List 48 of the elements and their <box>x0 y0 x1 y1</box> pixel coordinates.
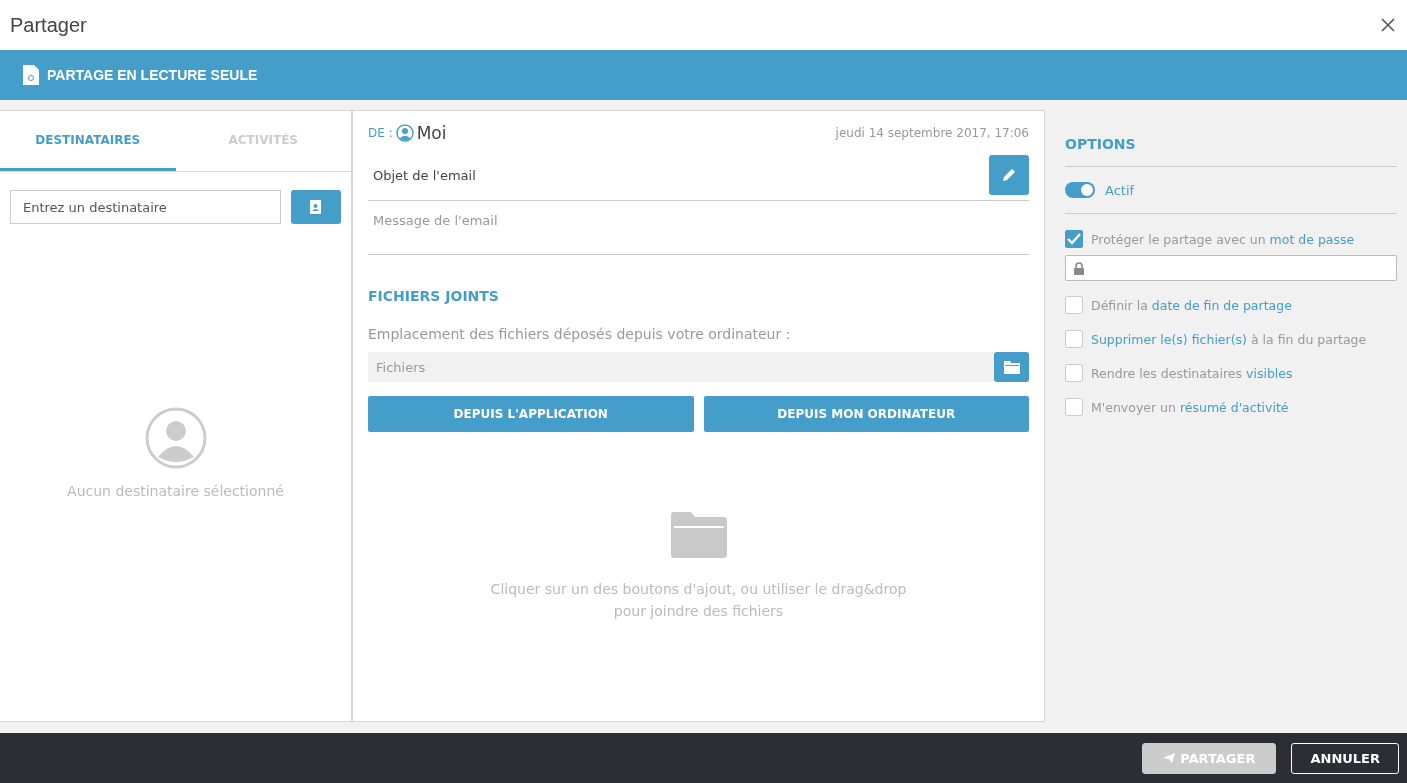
location-label: Emplacement des fichiers déposés depuis votre ordinateur : <box>368 326 792 342</box>
checkbox[interactable] <box>1065 330 1083 348</box>
checkbox[interactable] <box>1065 398 1083 416</box>
user-avatar-icon <box>144 406 207 469</box>
option-label: Définir la date de fin de partage <box>1091 297 1292 313</box>
drop-hint-text: pour joindre des fichiers <box>613 601 784 621</box>
checkbox[interactable] <box>1065 230 1083 248</box>
message-date: jeudi 14 septembre 2017, 17:06 <box>835 126 1029 140</box>
active-toggle[interactable] <box>1065 182 1095 198</box>
window-title: Partager <box>10 13 87 37</box>
address-book-button[interactable] <box>291 190 341 224</box>
lock-icon <box>1074 261 1084 275</box>
options-title: OPTIONS <box>1065 110 1397 167</box>
checkbox[interactable] <box>1065 364 1083 382</box>
add-files-button[interactable]: DEPUIS L'APPLICATION <box>368 396 694 432</box>
empty-recipients-text: Aucun destinataire sélectionné <box>67 482 284 499</box>
drop-hint-text: Cliquer sur un des boutons d'ajout, ou utiliser le drag&drop <box>490 579 907 599</box>
document-icon <box>23 65 39 85</box>
attachments-title: FICHIERS JOINTS <box>368 288 500 304</box>
toggle-label: Actif <box>1105 182 1135 198</box>
folder-icon <box>1003 360 1020 374</box>
option-label: M'envoyer un résumé d'activité <box>1091 399 1289 415</box>
sender-name: Moi <box>416 123 447 143</box>
browse-folder-button[interactable] <box>994 352 1029 382</box>
tab[interactable]: DESTINATAIRES <box>0 111 176 171</box>
option-link[interactable]: visibles <box>1246 365 1293 381</box>
option-link[interactable]: date de fin de partage <box>1151 297 1292 313</box>
pencil-icon <box>1001 167 1017 183</box>
add-files-button[interactable]: DEPUIS MON ORDINATEUR <box>703 396 1029 432</box>
option-link[interactable]: Supprimer le(s) fichier(s) <box>1091 331 1247 347</box>
option-link[interactable]: mot de passe <box>1269 231 1355 247</box>
close-icon[interactable] <box>1381 18 1395 32</box>
edit-button[interactable] <box>989 155 1029 195</box>
address-book-icon <box>310 200 322 214</box>
from-label: DE : <box>368 126 393 140</box>
folder-icon <box>670 511 727 558</box>
user-icon <box>395 124 414 142</box>
send-icon <box>1163 753 1176 763</box>
password-input[interactable] <box>1065 255 1397 281</box>
option-label: Rendre les destinataires visibles <box>1091 365 1293 381</box>
banner-title: PARTAGE EN LECTURE SEULE <box>47 67 258 83</box>
checkbox[interactable] <box>1065 296 1083 314</box>
recipient-input[interactable]: Entrez un destinataire <box>10 190 281 224</box>
folder-input[interactable]: Fichiers <box>368 352 994 382</box>
option-label: Protéger le partage avec un mot de passe <box>1091 231 1355 247</box>
option-link[interactable]: résumé d'activité <box>1179 399 1289 415</box>
footer-button[interactable]: ANNULER <box>1291 742 1399 774</box>
option-label: Supprimer le(s) fichier(s) à la fin du partage <box>1091 331 1367 347</box>
